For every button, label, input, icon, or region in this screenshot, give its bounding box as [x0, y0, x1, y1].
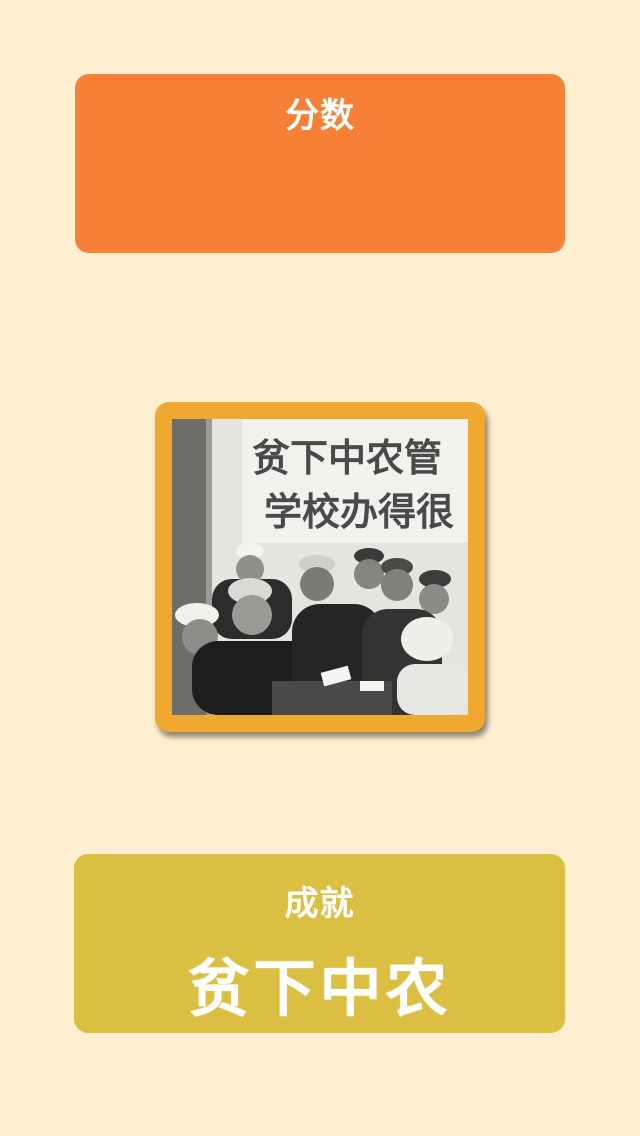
achievement-label: 成就 — [284, 884, 355, 924]
photo-frame: 贫下中农管 学校办得很 — [155, 402, 485, 732]
poster-line-2: 学校办得很 — [264, 490, 454, 534]
score-card: 分数 — [75, 74, 565, 253]
photo-image: 贫下中农管 学校办得很 — [172, 419, 468, 715]
poster-line-1: 贫下中农管 — [252, 436, 442, 480]
achievement-title: 贫下中农 — [187, 952, 452, 1025]
achievement-card: 成就 贫下中农 — [74, 854, 565, 1033]
achievement-photo: 贫下中农管 学校办得很 — [172, 419, 468, 715]
score-label: 分数 — [285, 96, 355, 136]
